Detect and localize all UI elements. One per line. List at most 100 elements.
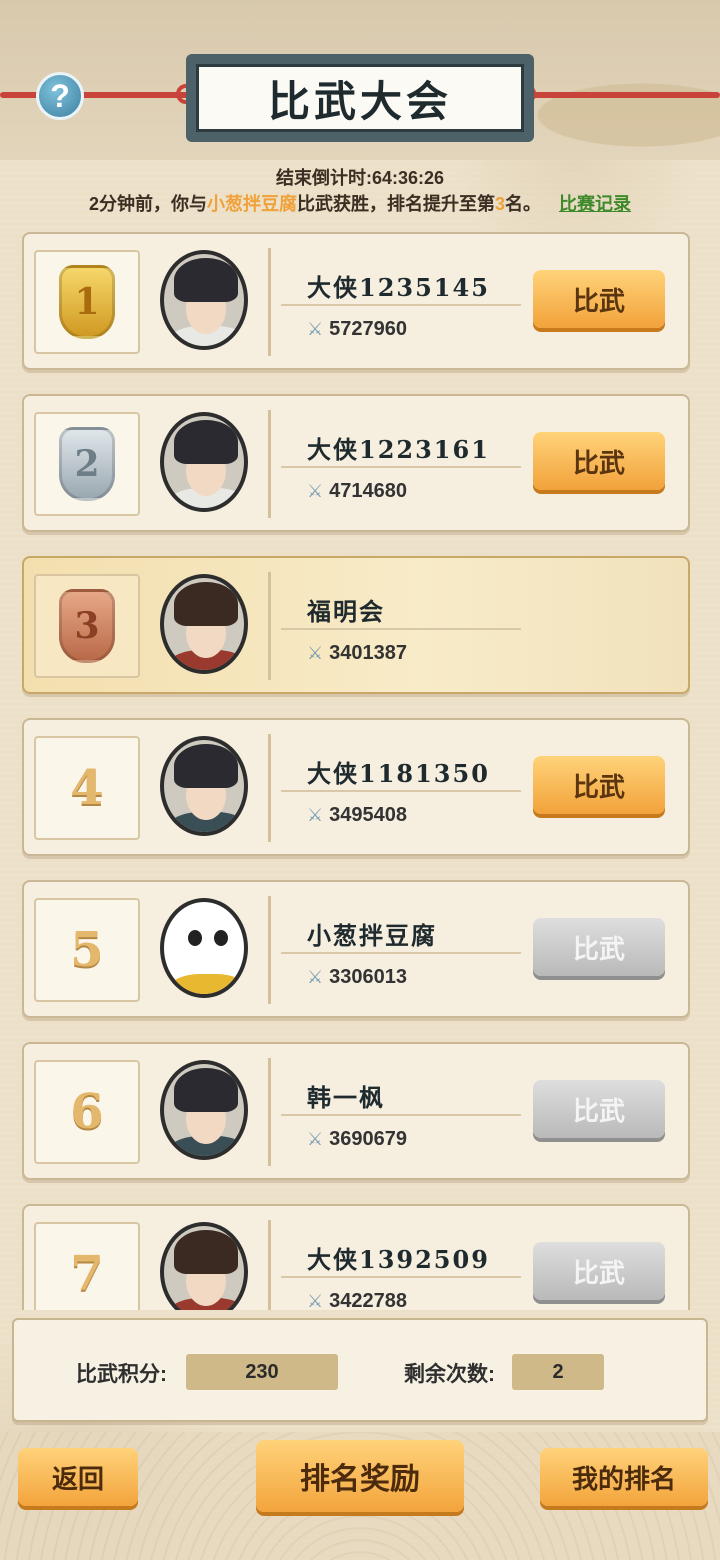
notice-suffix: 名。 bbox=[505, 194, 542, 214]
player-name: 大侠1235145 bbox=[307, 273, 490, 302]
rank-number: 5 bbox=[70, 922, 104, 978]
player-name: 福明会 bbox=[307, 597, 385, 626]
rank-reward-button[interactable]: 排名奖励 bbox=[256, 1440, 464, 1512]
ranking-list[interactable]: 1 大侠1235145 ⚔ 5727960 比武 2 大侠1223161 ⚔ 4714680 比武… bbox=[22, 232, 692, 1310]
player-info: 大侠1181350 ⚔ 3495408 比武 bbox=[268, 734, 676, 842]
divider bbox=[281, 952, 521, 954]
player-avatar[interactable] bbox=[160, 412, 248, 512]
player-avatar[interactable] bbox=[160, 1060, 248, 1160]
player-info: 韩一枫 ⚔ 3690679 比武 bbox=[268, 1058, 676, 1166]
rank-badge: 7 bbox=[34, 1222, 140, 1310]
notice-rank: 3 bbox=[495, 194, 506, 214]
ranking-row: 2 大侠1223161 ⚔ 4714680 比武 bbox=[22, 394, 690, 532]
player-info: 大侠1223161 ⚔ 4714680 比武 bbox=[268, 410, 676, 518]
combat-power: ⚔ 3401387 bbox=[307, 642, 407, 665]
ranking-row: 5 小葱拌豆腐 ⚔ 3306013 比武 bbox=[22, 880, 690, 1018]
divider bbox=[281, 628, 521, 630]
notice-middle: 比武获胜，排名提升至第 bbox=[297, 194, 495, 214]
rank-number: 4 bbox=[70, 760, 104, 816]
rank-badge: 5 bbox=[34, 898, 140, 1002]
rank-badge: 1 bbox=[34, 250, 140, 354]
divider bbox=[281, 304, 521, 306]
player-name: 韩一枫 bbox=[307, 1083, 385, 1112]
ranking-row: 4 大侠1181350 ⚔ 3495408 比武 bbox=[22, 718, 690, 856]
challenge-button[interactable]: 比武 bbox=[533, 918, 665, 976]
status-panel: 比武积分: 230 剩余次数: 2 bbox=[12, 1318, 708, 1422]
divider bbox=[281, 790, 521, 792]
silver-medal-icon: 2 bbox=[59, 427, 115, 501]
combat-power: ⚔ 3422788 bbox=[307, 1290, 407, 1310]
player-name: 大侠1223161 bbox=[307, 435, 490, 464]
crossed-swords-icon: ⚔ bbox=[307, 1129, 324, 1149]
page-title: 比武大会 bbox=[196, 64, 524, 132]
notice-opponent: 小葱拌豆腐 bbox=[207, 194, 297, 214]
red-rope-right bbox=[520, 92, 720, 98]
remaining-value: 2 bbox=[512, 1354, 604, 1390]
score-value: 230 bbox=[186, 1354, 338, 1390]
crossed-swords-icon: ⚔ bbox=[307, 481, 324, 501]
combat-power-value: 3495408 bbox=[329, 804, 408, 826]
combat-power: ⚔ 5727960 bbox=[307, 318, 407, 341]
player-avatar[interactable] bbox=[160, 1222, 248, 1310]
crossed-swords-icon: ⚔ bbox=[307, 1291, 324, 1310]
ranking-row: 7 大侠1392509 ⚔ 3422788 比武 bbox=[22, 1204, 690, 1310]
rank-number: 7 bbox=[70, 1246, 104, 1302]
combat-power-value: 5727960 bbox=[329, 318, 408, 340]
combat-power-value: 3401387 bbox=[329, 642, 408, 664]
player-info: 福明会 ⚔ 3401387 bbox=[268, 572, 676, 680]
notice-prefix: 2分钟前，你与 bbox=[88, 194, 207, 214]
countdown-label: 结束倒计时: bbox=[275, 168, 372, 188]
rank-badge: 3 bbox=[34, 574, 140, 678]
combat-power: ⚔ 3306013 bbox=[307, 966, 407, 989]
player-info: 小葱拌豆腐 ⚔ 3306013 比武 bbox=[268, 896, 676, 1004]
player-info: 大侠1235145 ⚔ 5727960 比武 bbox=[268, 248, 676, 356]
match-record-link[interactable]: 比赛记录 bbox=[559, 194, 631, 214]
red-rope-left bbox=[0, 92, 200, 98]
player-name: 小葱拌豆腐 bbox=[307, 921, 437, 950]
divider bbox=[281, 1114, 521, 1116]
help-button[interactable]: ? bbox=[36, 72, 84, 120]
challenge-button[interactable]: 比武 bbox=[533, 432, 665, 490]
player-name: 大侠1181350 bbox=[307, 759, 490, 788]
player-avatar[interactable] bbox=[160, 574, 248, 674]
bronze-medal-icon: 3 bbox=[59, 589, 115, 663]
challenge-button[interactable]: 比武 bbox=[533, 1242, 665, 1300]
remaining-label: 剩余次数: bbox=[404, 1363, 495, 1386]
divider bbox=[281, 1276, 521, 1278]
rank-badge: 6 bbox=[34, 1060, 140, 1164]
combat-power: ⚔ 3690679 bbox=[307, 1128, 407, 1151]
rank-badge: 2 bbox=[34, 412, 140, 516]
combat-power: ⚔ 3495408 bbox=[307, 804, 407, 827]
player-name: 大侠1392509 bbox=[307, 1245, 490, 1274]
player-avatar[interactable] bbox=[160, 898, 248, 998]
battle-notice: 2分钟前，你与小葱拌豆腐比武获胜，排名提升至第3名。 比赛记录 bbox=[0, 190, 720, 216]
ranking-row: 6 韩一枫 ⚔ 3690679 比武 bbox=[22, 1042, 690, 1180]
back-button[interactable]: 返回 bbox=[18, 1448, 138, 1506]
crossed-swords-icon: ⚔ bbox=[307, 643, 324, 663]
combat-power: ⚔ 4714680 bbox=[307, 480, 407, 503]
ranking-row: 1 大侠1235145 ⚔ 5727960 比武 bbox=[22, 232, 690, 370]
combat-power-value: 3690679 bbox=[329, 1128, 408, 1150]
player-info: 大侠1392509 ⚔ 3422788 比武 bbox=[268, 1220, 676, 1310]
rank-number: 6 bbox=[70, 1084, 104, 1140]
question-icon: ? bbox=[50, 78, 70, 114]
combat-power-value: 3422788 bbox=[329, 1290, 408, 1310]
countdown-time: 64:36:26 bbox=[371, 168, 445, 188]
crossed-swords-icon: ⚔ bbox=[307, 319, 324, 339]
challenge-button[interactable]: 比武 bbox=[533, 270, 665, 328]
score-label: 比武积分: bbox=[76, 1363, 167, 1386]
crossed-swords-icon: ⚔ bbox=[307, 805, 324, 825]
combat-power-value: 4714680 bbox=[329, 480, 408, 502]
rank-badge: 4 bbox=[34, 736, 140, 840]
challenge-button[interactable]: 比武 bbox=[533, 1080, 665, 1138]
divider bbox=[281, 466, 521, 468]
title-plaque: 比武大会 bbox=[186, 54, 534, 142]
challenge-button[interactable]: 比武 bbox=[533, 756, 665, 814]
countdown: 结束倒计时:64:36:26 bbox=[0, 164, 720, 190]
my-rank-button[interactable]: 我的排名 bbox=[540, 1448, 708, 1506]
player-avatar[interactable] bbox=[160, 250, 248, 350]
gold-medal-icon: 1 bbox=[59, 265, 115, 339]
crossed-swords-icon: ⚔ bbox=[307, 967, 324, 987]
ranking-row: 3 福明会 ⚔ 3401387 bbox=[22, 556, 690, 694]
player-avatar[interactable] bbox=[160, 736, 248, 836]
